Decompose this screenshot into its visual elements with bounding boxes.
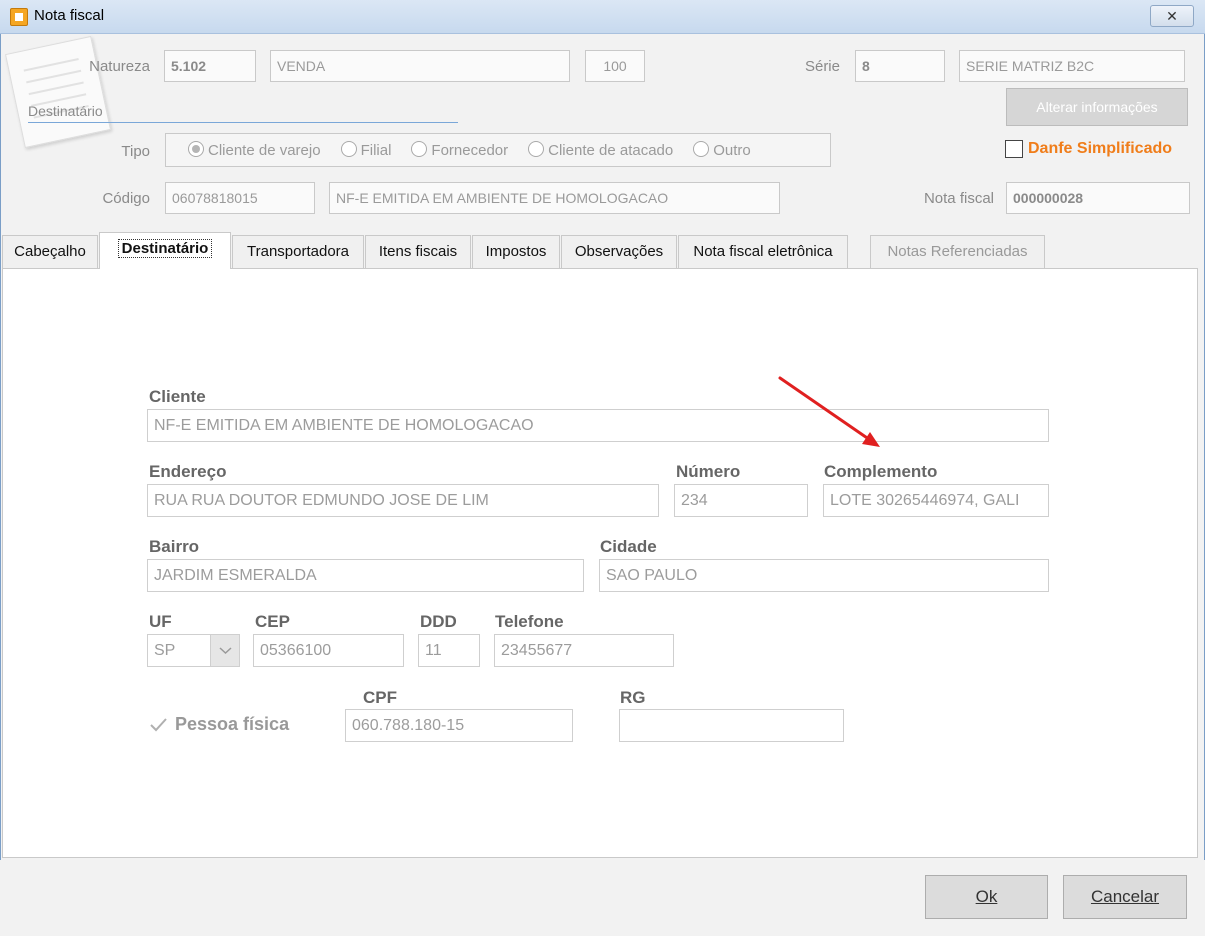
close-button[interactable]: ✕ bbox=[1150, 5, 1194, 27]
pessoa-fisica-label: Pessoa física bbox=[175, 714, 290, 734]
tab-destinatario[interactable]: Destinatário bbox=[99, 232, 231, 269]
tab-transportadora[interactable]: Transportadora bbox=[232, 235, 364, 268]
tab-cabecalho[interactable]: Cabeçalho bbox=[2, 235, 98, 268]
cliente-label: Cliente bbox=[149, 387, 206, 406]
danfe-label: Danfe Simplificado bbox=[1028, 140, 1173, 157]
ddd-label: DDD bbox=[420, 612, 457, 631]
nota-fiscal-label: Nota fiscal bbox=[923, 190, 994, 207]
cep-label: CEP bbox=[255, 612, 290, 631]
numero-label: Número bbox=[676, 462, 741, 481]
natureza-label: Natureza bbox=[89, 58, 150, 75]
complemento-field[interactable]: LOTE 30265446974, GALI bbox=[823, 484, 1049, 517]
tipo-option-filial[interactable]: Filial bbox=[340, 141, 391, 159]
cidade-label: Cidade bbox=[600, 537, 657, 556]
radio-icon bbox=[528, 141, 545, 157]
tipo-option-fornecedor[interactable]: Fornecedor bbox=[411, 141, 508, 159]
natureza-code-field[interactable]: 5.102 bbox=[164, 50, 256, 82]
natureza-num-field[interactable]: 100 bbox=[585, 50, 645, 82]
tab-itens-fiscais[interactable]: Itens fiscais bbox=[365, 235, 471, 268]
serie-label: Série bbox=[804, 58, 840, 75]
tipo-option-cliente-atacado[interactable]: Cliente de atacado bbox=[528, 141, 673, 159]
window-title: Nota fiscal bbox=[34, 7, 105, 24]
telefone-label: Telefone bbox=[495, 612, 564, 631]
tab-nota-fiscal-eletronica[interactable]: Nota fiscal eletrônica bbox=[678, 235, 848, 268]
cidade-field[interactable]: SAO PAULO bbox=[599, 559, 1049, 592]
serie-desc-field[interactable]: SERIE MATRIZ B2C bbox=[959, 50, 1185, 82]
radio-icon bbox=[693, 141, 710, 157]
tab-notas-referenciadas[interactable]: Notas Referenciadas bbox=[870, 235, 1045, 268]
uf-label: UF bbox=[149, 612, 172, 631]
annotation-arrow-icon bbox=[778, 376, 880, 447]
tipo-radio-group: Cliente de varejo Filial Fornecedor Cliente… bbox=[165, 133, 831, 167]
codigo-desc-field[interactable]: NF-E EMITIDA EM AMBIENTE DE HOMOLOGACAO bbox=[329, 182, 780, 214]
dropdown-arrow-icon[interactable] bbox=[210, 635, 239, 666]
ddd-field[interactable]: 11 bbox=[418, 634, 480, 667]
radio-selected-icon bbox=[188, 141, 204, 157]
radio-icon bbox=[340, 141, 357, 157]
cpf-label: CPF bbox=[363, 688, 397, 707]
rg-field[interactable] bbox=[619, 709, 844, 742]
codigo-label: Código bbox=[102, 190, 150, 207]
radio-icon bbox=[411, 141, 428, 157]
cep-field[interactable]: 05366100 bbox=[253, 634, 404, 667]
section-divider bbox=[28, 122, 458, 123]
tipo-label: Tipo bbox=[121, 143, 150, 160]
alterar-informacoes-button[interactable]: Alterar informações bbox=[1006, 88, 1188, 126]
endereco-label: Endereço bbox=[149, 462, 227, 481]
pessoa-fisica-checkbox[interactable] bbox=[149, 716, 169, 737]
rg-label: RG bbox=[620, 688, 646, 707]
cliente-field[interactable]: NF-E EMITIDA EM AMBIENTE DE HOMOLOGACAO bbox=[147, 409, 1049, 442]
title-bar bbox=[0, 0, 1205, 34]
serie-code-field[interactable]: 8 bbox=[855, 50, 945, 82]
section-label: Destinatário bbox=[28, 103, 103, 119]
endereco-field[interactable]: RUA RUA DOUTOR EDMUNDO JOSE DE LIM bbox=[147, 484, 659, 517]
cpf-field[interactable]: 060.788.180-15 bbox=[345, 709, 573, 742]
app-icon bbox=[10, 8, 28, 26]
codigo-field[interactable]: 06078818015 bbox=[165, 182, 315, 214]
ok-button[interactable]: Ok bbox=[925, 875, 1048, 919]
bairro-label: Bairro bbox=[149, 537, 200, 556]
tab-observacoes[interactable]: Observações bbox=[561, 235, 677, 268]
nota-fiscal-field[interactable]: 000000028 bbox=[1006, 182, 1190, 214]
telefone-field[interactable]: 23455677 bbox=[494, 634, 674, 667]
close-icon: ✕ bbox=[1166, 8, 1178, 24]
natureza-desc-field[interactable]: VENDA bbox=[270, 50, 570, 82]
checkmark-icon bbox=[150, 718, 167, 732]
tipo-option-cliente-varejo[interactable]: Cliente de varejo bbox=[188, 141, 321, 159]
bairro-field[interactable]: JARDIM ESMERALDA bbox=[147, 559, 584, 592]
tab-impostos[interactable]: Impostos bbox=[472, 235, 560, 268]
tipo-option-outro[interactable]: Outro bbox=[693, 141, 751, 159]
cancel-button[interactable]: Cancelar bbox=[1063, 875, 1187, 919]
complemento-label: Complemento bbox=[824, 462, 938, 481]
uf-select[interactable]: SP bbox=[147, 634, 240, 667]
danfe-checkbox[interactable] bbox=[1005, 140, 1023, 158]
numero-field[interactable]: 234 bbox=[674, 484, 808, 517]
